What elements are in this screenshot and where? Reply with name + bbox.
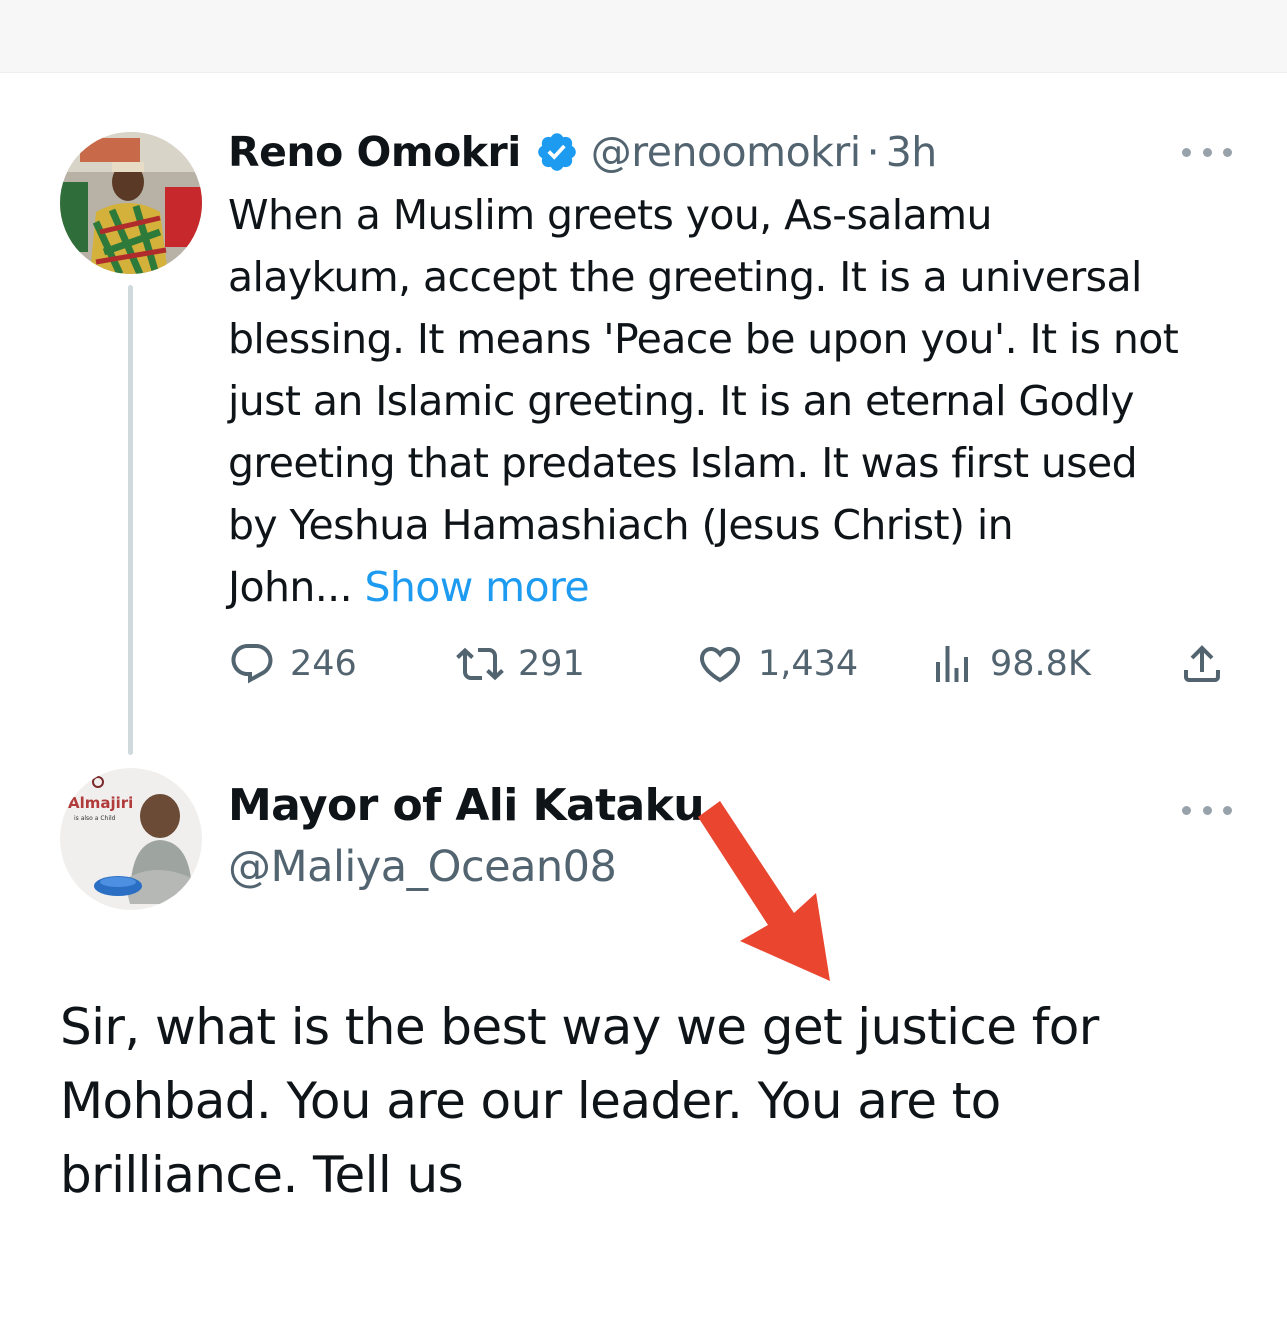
tweet-body-line: blessing. It means 'Peace be upon you'. …: [228, 315, 1179, 363]
author-name[interactable]: Reno Omokri: [228, 128, 521, 176]
thread-line: [128, 285, 133, 755]
verified-badge-icon: [535, 130, 579, 174]
separator-dot: ·: [866, 128, 880, 176]
tweet-time[interactable]: 3h: [886, 128, 938, 176]
author-avatar[interactable]: [60, 132, 202, 274]
reply-body: Sir, what is the best way we get justice…: [60, 990, 1240, 1212]
reply-count: 246: [290, 644, 357, 684]
avatar-logo-subtext: is also a Child: [74, 815, 116, 822]
tweet-body-line: When a Muslim greets you, As-salamu: [228, 191, 992, 239]
tweet-body: When a Muslim greets you, As-salamu alay…: [228, 184, 1268, 618]
reply-button[interactable]: 246: [228, 634, 357, 694]
reply-author-handle[interactable]: @Maliya_Ocean08: [228, 842, 617, 892]
like-icon: [699, 647, 741, 683]
tweet-header: Reno Omokri @renoomokri · 3h: [228, 122, 937, 182]
tweet-body-line: greeting that predates Islam. It was fir…: [228, 439, 1138, 487]
reply-author-avatar[interactable]: Almajiri is also a Child: [60, 768, 202, 910]
reply-body-line: Mohbad. You are our leader. You are to: [60, 1072, 1001, 1130]
more-icon[interactable]: [1182, 800, 1232, 820]
tweet-body-line: just an Islamic greeting. It is an etern…: [228, 377, 1135, 425]
views-icon: [936, 646, 968, 682]
tweet-body-line: by Yeshua Hamashiach (Jesus Christ) in: [228, 501, 1014, 549]
annotation-arrow-icon: [698, 801, 830, 981]
tweet-body-truncated: John...: [228, 563, 365, 611]
reply-body-line: brilliance. Tell us: [60, 1146, 464, 1204]
views-button[interactable]: 98.8K: [928, 634, 1091, 694]
share-button[interactable]: [1178, 634, 1240, 694]
tweet-body-line-last: John... Show more: [228, 556, 1268, 618]
retweet-button[interactable]: 291: [456, 634, 585, 694]
show-more-link[interactable]: Show more: [364, 563, 589, 611]
top-bar: [0, 0, 1287, 73]
more-icon[interactable]: [1182, 142, 1232, 162]
retweet-icon: [456, 647, 504, 681]
like-button[interactable]: 1,434: [696, 634, 858, 694]
tweet-actions: 246 291 1,434 98.8K: [228, 634, 1228, 694]
like-count: 1,434: [758, 644, 859, 684]
views-count: 98.8K: [990, 644, 1091, 684]
retweet-count: 291: [518, 644, 585, 684]
reply-icon: [231, 644, 273, 684]
avatar-logo-text: Almajiri: [68, 794, 133, 812]
reply-author-name[interactable]: Mayor of Ali Kataku: [228, 780, 705, 831]
tweet-body-line: alaykum, accept the greeting. It is a un…: [228, 253, 1142, 301]
share-icon: [1184, 645, 1220, 682]
author-handle[interactable]: @renoomokri: [591, 128, 861, 176]
reply-body-line: Sir, what is the best way we get justice…: [60, 998, 1099, 1056]
